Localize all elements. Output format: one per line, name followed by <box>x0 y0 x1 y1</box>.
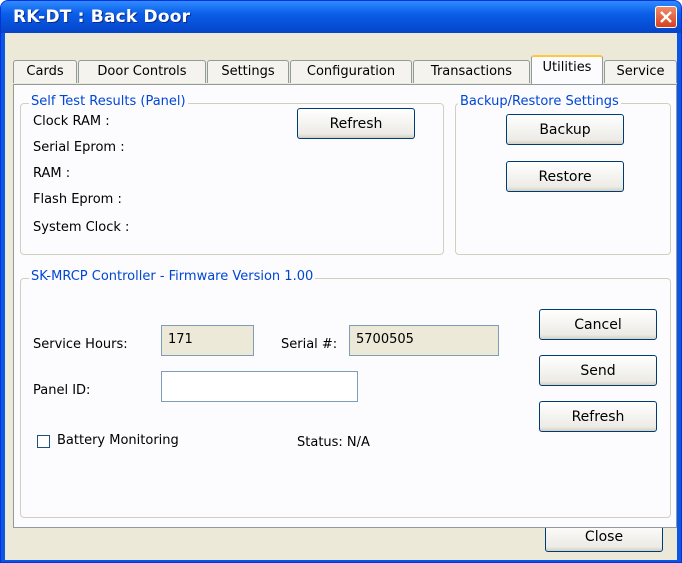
backup-restore-group: Backup/Restore Settings Backup Restore <box>455 94 671 255</box>
ram-label: RAM : <box>33 166 71 181</box>
send-button[interactable]: Send <box>539 355 657 386</box>
dialog-window: RK-DT : Back Door Cards Door Controls Se… <box>0 0 682 563</box>
serial-number-label: Serial #: <box>281 337 338 352</box>
tab-settings[interactable]: Settings <box>207 60 289 83</box>
tab-utilities[interactable]: Utilities <box>531 55 603 84</box>
self-test-group: Self Test Results (Panel) Clock RAM : Se… <box>20 94 444 255</box>
clock-ram-label: Clock RAM : <box>33 114 110 129</box>
title-bar[interactable]: RK-DT : Back Door <box>1 1 681 33</box>
service-hours-label: Service Hours: <box>33 337 128 352</box>
tab-cards[interactable]: Cards <box>13 60 77 83</box>
status-label: Status: N/A <box>297 435 370 450</box>
tab-door-controls[interactable]: Door Controls <box>78 60 206 83</box>
controller-group-title: SK-MRCP Controller - Firmware Version 1.… <box>29 269 316 284</box>
battery-monitoring-checkbox[interactable] <box>37 435 50 448</box>
self-test-group-title: Self Test Results (Panel) <box>29 94 188 109</box>
close-icon <box>660 11 672 23</box>
cancel-button[interactable]: Cancel <box>539 309 657 340</box>
backup-button[interactable]: Backup <box>506 114 624 145</box>
controller-group: SK-MRCP Controller - Firmware Version 1.… <box>20 269 671 518</box>
serial-number-field: 5700505 <box>349 325 499 356</box>
panel-id-label: Panel ID: <box>33 383 91 398</box>
utilities-tab-page: Self Test Results (Panel) Clock RAM : Se… <box>13 84 677 528</box>
controller-refresh-button[interactable]: Refresh <box>539 401 657 432</box>
system-clock-label: System Clock : <box>33 220 130 235</box>
close-window-button[interactable] <box>655 6 677 28</box>
restore-button[interactable]: Restore <box>506 161 624 192</box>
self-test-refresh-button[interactable]: Refresh <box>297 108 415 139</box>
backup-restore-group-title: Backup/Restore Settings <box>458 94 621 109</box>
battery-monitoring-label[interactable]: Battery Monitoring <box>57 433 179 448</box>
flash-eprom-label: Flash Eprom : <box>33 192 122 207</box>
tab-configuration[interactable]: Configuration <box>290 60 412 83</box>
dialog-client-area: Cards Door Controls Settings Configurati… <box>5 33 677 560</box>
service-hours-field: 171 <box>161 325 254 356</box>
panel-id-input[interactable] <box>161 371 358 402</box>
tab-transactions[interactable]: Transactions <box>413 60 530 83</box>
serial-eprom-label: Serial Eprom : <box>33 140 125 155</box>
window-title: RK-DT : Back Door <box>13 7 191 27</box>
tab-service[interactable]: Service <box>604 60 677 83</box>
